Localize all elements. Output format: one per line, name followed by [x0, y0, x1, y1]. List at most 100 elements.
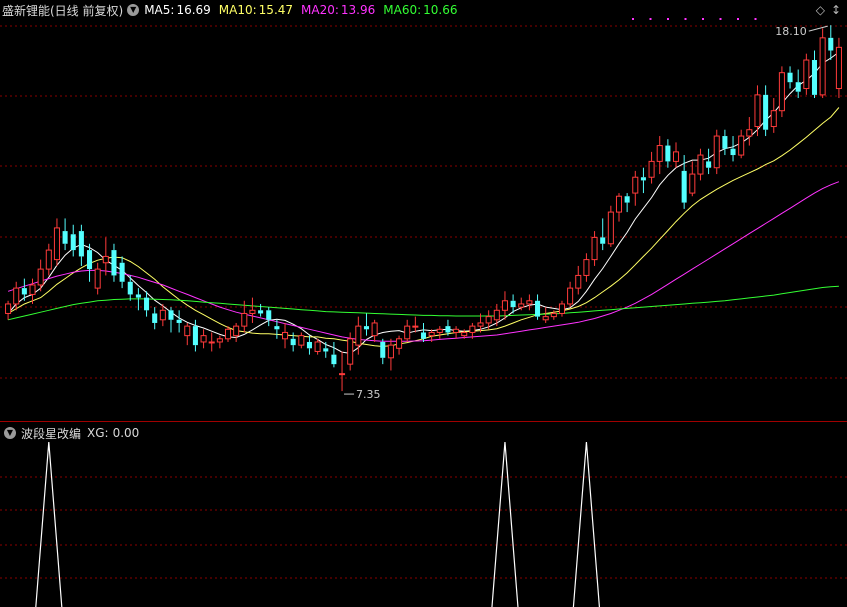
candle-body: [144, 297, 150, 311]
candle-body: [176, 319, 182, 323]
ma-value: 15.47: [258, 3, 294, 17]
candle: [78, 224, 84, 266]
candle: [778, 66, 785, 118]
candle: [615, 193, 623, 222]
candle: [306, 335, 312, 355]
marker-dot: [737, 18, 739, 20]
candle: [331, 341, 337, 368]
candle-body: [274, 326, 280, 330]
candle-body: [754, 94, 761, 128]
candle: [152, 307, 158, 330]
candle-body: [380, 341, 386, 358]
diamond-icon[interactable]: ◇: [816, 3, 825, 17]
candle-body: [607, 211, 614, 245]
candle: [795, 69, 801, 99]
candle: [640, 167, 646, 194]
candle-body: [127, 281, 133, 295]
candle-body: [420, 332, 427, 339]
candle: [21, 278, 27, 301]
candle-body: [656, 145, 663, 162]
candle-body: [436, 328, 443, 333]
candle-body: [347, 338, 354, 365]
candle: [754, 85, 761, 137]
xg-spike: [572, 441, 601, 607]
candle-body: [526, 300, 533, 305]
high-pointer: [808, 25, 828, 32]
ma-label: MA60:: [383, 3, 422, 17]
candle-body: [665, 145, 671, 162]
candle-body: [770, 110, 777, 128]
candle-body: [713, 135, 720, 169]
arrow-icon[interactable]: ↕: [831, 3, 841, 17]
candle-body: [583, 259, 590, 276]
candle-body: [94, 268, 101, 289]
candle-body: [600, 237, 606, 244]
candle-body: [135, 294, 141, 298]
candle: [412, 316, 419, 333]
candle: [45, 243, 52, 276]
candle-body: [510, 300, 516, 308]
candle: [819, 28, 826, 99]
main-chart-header: 盛新锂能(日线 前复权) ▼ MA5: 16.69 MA10: 15.47 MA20: 1…: [0, 0, 466, 20]
candle: [266, 307, 272, 327]
candle-body: [78, 231, 84, 257]
chevron-down-icon[interactable]: ▼: [4, 427, 16, 439]
candle-body: [29, 284, 36, 295]
candle-body: [241, 312, 248, 327]
candle: [656, 136, 663, 175]
candle-body: [493, 309, 500, 321]
candle: [575, 265, 582, 295]
candle: [168, 307, 174, 333]
candle: [770, 98, 777, 133]
candle: [5, 300, 12, 320]
candle: [339, 351, 346, 392]
candle: [787, 66, 793, 89]
candle: [835, 37, 842, 99]
candle-body: [575, 274, 582, 289]
candle-body: [87, 250, 93, 270]
moving-average-lines: [7, 51, 840, 354]
candle-body: [787, 72, 793, 83]
candle: [803, 53, 810, 95]
candle: [738, 129, 745, 159]
candle: [363, 313, 370, 336]
candle-body: [689, 173, 696, 194]
chevron-down-icon[interactable]: ▼: [127, 4, 140, 16]
ma-line-ma20: [7, 181, 840, 342]
candle-body: [501, 300, 508, 311]
candle-body: [298, 335, 305, 346]
candle: [811, 50, 818, 99]
candle: [600, 218, 606, 251]
candle-body: [738, 135, 745, 156]
kline-chart[interactable]: 18.10 7.35: [0, 0, 847, 607]
candle-body: [62, 231, 68, 244]
candle-body: [224, 328, 232, 340]
low-price-label: 7.35: [356, 388, 381, 401]
candle: [94, 262, 101, 295]
stock-title: 盛新锂能(日线 前复权): [2, 3, 124, 18]
ma-label: MA10:: [218, 3, 257, 17]
candle: [583, 253, 590, 282]
candle-body: [445, 326, 451, 333]
candle: [387, 338, 394, 371]
indicator-title: 波段星改编: [21, 426, 82, 441]
candle: [828, 25, 834, 61]
candle-body: [535, 300, 541, 317]
candle: [526, 294, 533, 311]
marker-dot: [632, 18, 634, 20]
candle-body: [249, 309, 256, 314]
ma-line-ma5: [7, 51, 840, 354]
candle: [591, 231, 598, 266]
ma-value: 10.66: [423, 3, 458, 17]
candle-body: [681, 170, 687, 203]
candle: [404, 319, 411, 342]
candle-body: [697, 154, 704, 175]
candle-body: [477, 322, 484, 327]
candle: [722, 129, 728, 156]
indicator-header: ▼ 波段星改编 XG: 0.00: [0, 423, 139, 443]
candle-body: [746, 129, 753, 137]
candle-body: [208, 341, 215, 344]
candle: [70, 224, 76, 257]
candle: [665, 139, 671, 168]
candle: [249, 297, 256, 323]
